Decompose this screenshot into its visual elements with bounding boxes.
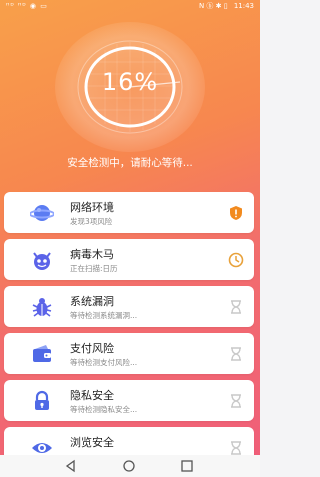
scan-status-text: 安全检测中，请耐心等待... [67, 157, 193, 169]
scan-item-card[interactable]: 病毒木马正在扫描:日历 [4, 239, 254, 280]
scan-item-card[interactable]: 支付风险等待检测支付风险... [4, 333, 254, 374]
scan-item-list: 网络环境发现3项风险病毒木马正在扫描:日历系统漏洞等待检测系统漏洞... 支付风险… [4, 192, 254, 474]
scan-item-title: 浏览安全 [70, 436, 114, 449]
hourglass-icon [231, 394, 241, 408]
scan-item-subtitle: 发现3项风险 [70, 217, 113, 226]
wallet-icon [33, 345, 51, 362]
hourglass-icon [231, 300, 241, 314]
scan-item-subtitle: 等待检测系统漏洞... [70, 311, 138, 320]
clock-time: 11:43 [233, 2, 254, 10]
clock-icon [228, 252, 244, 268]
scan-item-card[interactable]: 系统漏洞等待检测系统漏洞... [4, 286, 254, 327]
devil-virus-icon [33, 252, 51, 270]
scan-percent: 16% [101, 68, 159, 96]
bug-icon [32, 298, 52, 317]
status-bar: ᴴᴰ ᴴᴰ ◉ ▭ N ⓑ ✱ ▯ 11:43 [0, 0, 260, 12]
scan-item-card[interactable]: 网络环境发现3项风险 [4, 192, 254, 233]
scan-item-title: 系统漏洞 [70, 295, 114, 308]
scan-item-card[interactable]: 隐私安全等待检测隐私安全... [4, 380, 254, 421]
warning-shield-icon [230, 206, 242, 220]
scan-item-title: 网络环境 [70, 201, 114, 214]
hourglass-icon [231, 347, 241, 361]
scan-item-subtitle: 等待检测隐私安全... [70, 405, 138, 414]
signal-indicators: ᴴᴰ ᴴᴰ ◉ ▭ [6, 2, 48, 10]
scan-item-title: 支付风险 [70, 342, 114, 355]
home-circle-icon[interactable] [122, 459, 136, 473]
status-icons: N ⓑ ✱ ▯ [198, 2, 228, 10]
scan-item-title: 病毒木马 [70, 248, 114, 261]
planet-icon [30, 205, 54, 221]
lock-icon [35, 390, 49, 410]
scan-gauge: 16% [55, 22, 205, 152]
back-triangle-icon[interactable] [64, 459, 78, 473]
system-indicators: N ⓑ ✱ ▯ 11:43 [199, 0, 254, 12]
hourglass-icon [231, 441, 241, 455]
scan-item-title: 隐私安全 [70, 389, 114, 402]
scan-item-subtitle: 等待检测支付风险... [70, 358, 138, 367]
system-nav-bar [0, 455, 260, 477]
scan-item-subtitle: 正在扫描:日历 [70, 264, 118, 273]
recents-square-icon[interactable] [180, 459, 194, 473]
